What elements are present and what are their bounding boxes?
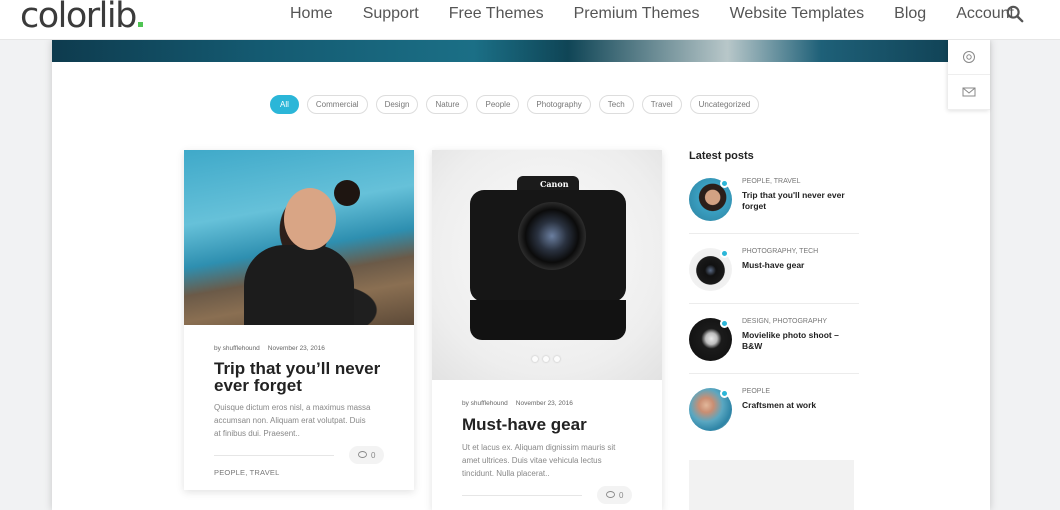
post-date: November 23, 2016 <box>267 345 325 352</box>
latest-post-title[interactable]: Craftsmen at work <box>742 400 860 411</box>
latest-post-separator <box>689 303 859 304</box>
side-tools-panel <box>948 40 990 110</box>
post-title-line-1: Trip that you’ll never <box>214 359 381 378</box>
theme-preview-frame: All Commercial Design Nature People Phot… <box>52 40 990 510</box>
filter-commercial[interactable]: Commercial <box>306 95 368 114</box>
camera-brand-text: Canon <box>540 179 569 189</box>
nav-link-free-themes[interactable]: Free Themes <box>449 5 544 23</box>
logo-dot <box>137 22 143 27</box>
post-card-gear[interactable]: Canon by shufflehound November 23, 2016 M… <box>432 150 662 510</box>
post-excerpt-line-2: accumsan non. Aliquam erat volutpat. Dui… <box>214 416 366 425</box>
image-figure-hair <box>334 180 360 206</box>
latest-post-categories[interactable]: PEOPLE, TRAVEL <box>742 178 801 185</box>
mail-tool-button[interactable] <box>948 75 990 110</box>
post-excerpt-line-3: tincidunt. Nulla placerat.. <box>462 469 550 478</box>
post-card-trip[interactable]: by shufflehound November 23, 2016 Trip th… <box>184 150 414 490</box>
filter-design[interactable]: Design <box>375 95 419 114</box>
nav-link-premium-themes[interactable]: Premium Themes <box>574 5 700 23</box>
latest-post-badge <box>720 319 729 328</box>
post-excerpt-line-1: Ut et lacus ex. Aliquam dignissim mauris… <box>462 443 616 452</box>
filter-photography[interactable]: Photography <box>527 95 591 114</box>
post-author[interactable]: by shufflehound <box>214 345 260 352</box>
category-filters: All Commercial Design Nature People Phot… <box>270 95 760 114</box>
slider-dot[interactable] <box>532 356 538 362</box>
comment-count-button[interactable]: 0 <box>597 486 633 504</box>
comment-icon <box>606 491 615 498</box>
post-categories[interactable]: PEOPLE, TRAVEL <box>214 468 279 477</box>
settings-tool-button[interactable] <box>948 40 990 75</box>
post-author[interactable]: by shufflehound <box>462 400 508 407</box>
filter-uncategorized[interactable]: Uncategorized <box>689 95 760 114</box>
post-excerpt-line-1: Quisque dictum eros nisl, a maximus mass… <box>214 403 371 412</box>
post-divider <box>214 455 334 456</box>
latest-posts-sidebar: Latest posts PEOPLE, TRAVEL Trip that yo… <box>689 150 859 510</box>
top-navigation: colorlib Home Support Free Themes Premiu… <box>0 0 1060 40</box>
site-logo[interactable]: colorlib <box>20 0 143 36</box>
latest-post-item[interactable]: DESIGN, PHOTOGRAPHY Movielike photo shoo… <box>689 318 859 388</box>
sidebar-widget-placeholder <box>689 460 854 510</box>
filter-nature[interactable]: Nature <box>426 95 469 114</box>
comment-count: 0 <box>619 490 624 500</box>
nav-link-website-templates[interactable]: Website Templates <box>730 5 865 23</box>
filter-tech[interactable]: Tech <box>598 95 634 114</box>
latest-post-title[interactable]: Movielike photo shoot – B&W <box>742 330 860 352</box>
camera-grip <box>470 300 626 340</box>
mail-icon <box>962 87 976 97</box>
post-meta: by shufflehound November 23, 2016 <box>214 345 333 352</box>
latest-post-title[interactable]: Trip that you'll never ever forget <box>742 190 860 212</box>
latest-post-item[interactable]: PEOPLE Craftsmen at work <box>689 388 859 458</box>
slider-dots[interactable] <box>532 356 560 362</box>
image-figure-body <box>244 245 354 325</box>
latest-post-title[interactable]: Must-have gear <box>742 260 860 271</box>
camera-lens <box>518 202 586 270</box>
slider-dot[interactable] <box>543 356 549 362</box>
nav-links: Home Support Free Themes Premium Themes … <box>260 5 1014 23</box>
latest-post-categories[interactable]: DESIGN, PHOTOGRAPHY <box>742 318 827 325</box>
nav-link-support[interactable]: Support <box>363 5 419 23</box>
post-meta: by shufflehound November 23, 2016 <box>462 400 581 407</box>
latest-post-item[interactable]: PEOPLE, TRAVEL Trip that you'll never ev… <box>689 178 859 248</box>
search-icon[interactable] <box>1006 5 1024 23</box>
latest-post-separator <box>689 373 859 374</box>
hero-image-strip <box>52 40 990 62</box>
post-title-line-2: ever forget <box>214 376 302 395</box>
nav-link-home[interactable]: Home <box>290 5 333 23</box>
post-divider <box>462 495 582 496</box>
sidebar-title: Latest posts <box>689 150 754 162</box>
logo-text: colorlib <box>20 0 137 36</box>
comment-count: 0 <box>371 450 376 460</box>
post-title[interactable]: Trip that you’ll never ever forget <box>214 360 380 394</box>
filter-travel[interactable]: Travel <box>641 95 682 114</box>
latest-post-badge <box>720 249 729 258</box>
comment-count-button[interactable]: 0 <box>349 446 385 464</box>
post-image-camera[interactable]: Canon <box>432 150 662 380</box>
post-date: November 23, 2016 <box>515 400 573 407</box>
post-excerpt: Ut et lacus ex. Aliquam dignissim mauris… <box>462 441 615 480</box>
image-figure-face <box>284 188 336 250</box>
latest-post-item[interactable]: PHOTOGRAPHY, TECH Must-have gear <box>689 248 859 318</box>
latest-post-categories[interactable]: PEOPLE <box>742 388 770 395</box>
comment-icon <box>358 451 367 458</box>
post-excerpt-line-3: at finibus dui. Praesent.. <box>214 429 300 438</box>
filter-all[interactable]: All <box>270 95 299 114</box>
latest-post-separator <box>689 233 859 234</box>
post-excerpt: Quisque dictum eros nisl, a maximus mass… <box>214 401 371 440</box>
latest-post-categories[interactable]: PHOTOGRAPHY, TECH <box>742 248 818 255</box>
latest-post-badge <box>720 389 729 398</box>
slider-dot[interactable] <box>554 356 560 362</box>
latest-post-badge <box>720 179 729 188</box>
nav-link-blog[interactable]: Blog <box>894 5 926 23</box>
settings-icon <box>963 51 975 63</box>
post-excerpt-line-2: amet ultrices. Duis vitae vehicula lectu… <box>462 456 602 465</box>
post-image-woman-on-rocks[interactable] <box>184 150 414 325</box>
filter-people[interactable]: People <box>476 95 520 114</box>
post-title[interactable]: Must-have gear <box>462 416 587 433</box>
